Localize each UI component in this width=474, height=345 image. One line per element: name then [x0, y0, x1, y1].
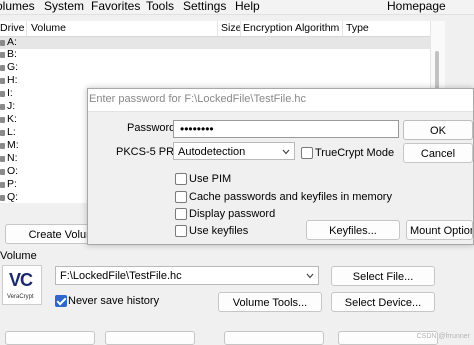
drive-icon: [0, 169, 5, 175]
use-pim-label: Use PIM: [189, 173, 232, 185]
cancel-button[interactable]: Cancel: [403, 143, 473, 163]
drive-row[interactable]: H:: [0, 74, 430, 87]
truecrypt-mode-label: TrueCrypt Mode: [315, 147, 395, 159]
menu-system[interactable]: System: [44, 0, 84, 14]
drive-icon: [0, 78, 5, 84]
drive-icon: [0, 143, 5, 149]
password-field[interactable]: ••••••••: [173, 120, 399, 138]
display-password-checkbox[interactable]: [175, 208, 187, 220]
col-encryption[interactable]: Encryption Algorithm: [243, 22, 339, 35]
mount-button[interactable]: [5, 331, 95, 345]
veracrypt-logo: VC VeraCrypt: [2, 265, 42, 305]
volume-tools-button[interactable]: Volume Tools...: [218, 292, 322, 312]
password-dots: ••••••••: [180, 122, 214, 136]
menu-volumes[interactable]: olumes: [0, 0, 35, 14]
use-keyfiles-checkbox[interactable]: [175, 225, 187, 237]
truecrypt-mode-checkbox[interactable]: [301, 147, 313, 159]
prf-select[interactable]: Autodetection: [173, 142, 295, 160]
drive-icon: [0, 195, 5, 201]
drive-icon: [0, 130, 5, 136]
col-size[interactable]: Size: [221, 22, 241, 35]
never-save-history-label: Never save history: [68, 295, 160, 307]
menu-bar: olumes System Favorites Tools Settings H…: [0, 0, 474, 15]
keyfiles-button[interactable]: Keyfiles...: [306, 220, 400, 240]
drive-icon: [0, 182, 5, 188]
logo-name: VeraCrypt: [7, 294, 34, 300]
col-drive[interactable]: Drive: [0, 22, 25, 35]
dialog-title-bar: Enter password for F:\LockedFile\TestFil…: [88, 89, 473, 112]
password-label: Password:: [127, 122, 179, 134]
drive-icon: [0, 65, 5, 71]
menu-settings[interactable]: Settings: [183, 0, 226, 14]
menu-favorites[interactable]: Favorites: [91, 0, 140, 14]
prf-value: Autodetection: [178, 146, 246, 158]
use-pim-checkbox[interactable]: [175, 173, 187, 185]
select-device-button[interactable]: Select Device...: [331, 292, 435, 312]
use-keyfiles-label: Use keyfiles: [189, 225, 249, 237]
mount-options-button[interactable]: Mount Options...: [406, 220, 473, 240]
cache-passwords-checkbox[interactable]: [175, 191, 187, 203]
dismount-all-button[interactable]: [224, 331, 324, 345]
cache-passwords-label: Cache passwords and keyfiles in memory: [189, 191, 392, 203]
col-volume[interactable]: Volume: [31, 22, 66, 35]
drive-icon: [0, 52, 5, 58]
drive-icon: [0, 40, 5, 46]
ok-button[interactable]: OK: [403, 120, 473, 140]
drive-row[interactable]: G:: [0, 61, 430, 74]
drive-table-header: Drive Volume Size Encryption Algorithm T…: [0, 21, 430, 37]
menu-tools[interactable]: Tools: [146, 0, 174, 14]
auto-mount-button[interactable]: [105, 331, 195, 345]
chevron-down-icon: [282, 149, 290, 155]
logo-mark: VC: [9, 270, 33, 290]
watermark: CSDN @frrunner: [416, 333, 470, 340]
display-password-label: Display password: [189, 208, 276, 220]
drive-icon: [0, 117, 5, 123]
never-save-history-checkbox[interactable]: [55, 295, 67, 307]
drive-row[interactable]: B:: [0, 48, 430, 61]
chevron-down-icon: [306, 273, 314, 279]
drive-icon: [0, 91, 5, 97]
col-type[interactable]: Type: [346, 22, 369, 35]
homepage-link[interactable]: Homepage: [387, 0, 446, 14]
menu-help[interactable]: Help: [235, 0, 260, 14]
drive-icon: [0, 104, 5, 110]
volume-path-value: F:\LockedFile\TestFile.hc: [60, 270, 182, 282]
drive-icon: [0, 156, 5, 162]
volume-section-label: Volume: [0, 250, 37, 262]
dialog-title: Enter password for F:\LockedFile\TestFil…: [89, 93, 307, 105]
volume-path-combo[interactable]: F:\LockedFile\TestFile.hc: [55, 266, 319, 285]
drive-row[interactable]: A:: [0, 37, 430, 49]
password-dialog: Enter password for F:\LockedFile\TestFil…: [87, 88, 474, 245]
select-file-button[interactable]: Select File...: [331, 266, 435, 286]
